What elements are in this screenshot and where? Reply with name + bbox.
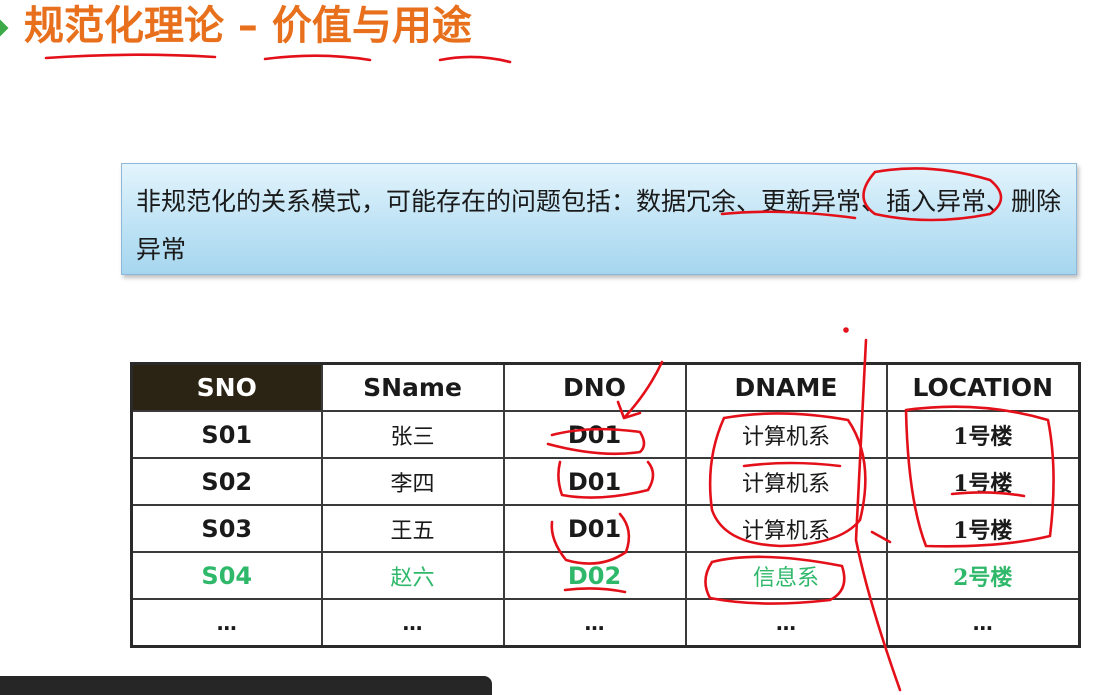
table-row-highlighted: S04 赵六 D02 信息系 2号楼: [130, 551, 1081, 600]
cell-location: 1号楼: [885, 504, 1081, 553]
cell-dno: …: [502, 598, 687, 648]
cell-sname: 李四: [320, 457, 505, 506]
cell-dname: 计算机系: [684, 457, 888, 506]
cell-location: 1号楼: [885, 410, 1081, 459]
slide-title: 规范化理论 – 价值与用途: [24, 3, 472, 49]
table-header-row: SNO SName DNO DNAME LOCATION: [130, 362, 1081, 412]
callout-text: 非规范化的关系模式，可能存在的问题包括：数据冗余、更新异常、插入异常、删除异常: [136, 187, 1062, 264]
cell-location: …: [885, 598, 1081, 648]
title-underline-2: [263, 54, 372, 62]
title-bullet-icon: [0, 19, 9, 37]
cell-sno: …: [130, 598, 323, 648]
cell-dno: D01: [502, 504, 687, 553]
title-underline-3: [438, 55, 512, 64]
cell-sname: …: [320, 598, 505, 648]
cell-dname: 计算机系: [684, 410, 888, 459]
cell-location: 2号楼: [885, 551, 1081, 600]
column-header-sno: SNO: [130, 362, 323, 412]
title-underline-1: [44, 53, 217, 60]
table-row: S01 张三 D01 计算机系 1号楼: [130, 410, 1081, 459]
cell-sname: 王五: [320, 504, 505, 553]
cell-sno: S04: [130, 551, 323, 600]
cell-sno: S02: [130, 457, 323, 506]
cell-dname: 计算机系: [684, 504, 888, 553]
column-header-sname: SName: [320, 362, 505, 412]
cell-dname: …: [684, 598, 888, 648]
cell-sno: S03: [130, 504, 323, 553]
column-header-location: LOCATION: [885, 362, 1081, 412]
slide-canvas: 规范化理论 – 价值与用途 非规范化的关系模式，可能存在的问题包括：数据冗余、更…: [0, 0, 1120, 695]
relation-table: SNO SName DNO DNAME LOCATION S01 张三 D01 …: [130, 362, 1081, 648]
cell-dno: D01: [502, 410, 687, 459]
cell-sname: 赵六: [320, 551, 505, 600]
callout-box: 非规范化的关系模式，可能存在的问题包括：数据冗余、更新异常、插入异常、删除异常: [121, 163, 1077, 275]
cell-sname: 张三: [320, 410, 505, 459]
column-header-dno: DNO: [502, 362, 687, 412]
cell-dno: D02: [502, 551, 687, 600]
column-header-dname: DNAME: [684, 362, 888, 412]
dot-mark: [843, 327, 849, 333]
video-control-bar[interactable]: [0, 676, 492, 695]
table-row-ellipsis: … … … … …: [130, 598, 1081, 648]
cell-sno: S01: [130, 410, 323, 459]
cell-location: 1号楼: [885, 457, 1081, 506]
table-row: S03 王五 D01 计算机系 1号楼: [130, 504, 1081, 553]
cell-dno: D01: [502, 457, 687, 506]
table-row: S02 李四 D01 计算机系 1号楼: [130, 457, 1081, 506]
cell-dname: 信息系: [684, 551, 888, 600]
